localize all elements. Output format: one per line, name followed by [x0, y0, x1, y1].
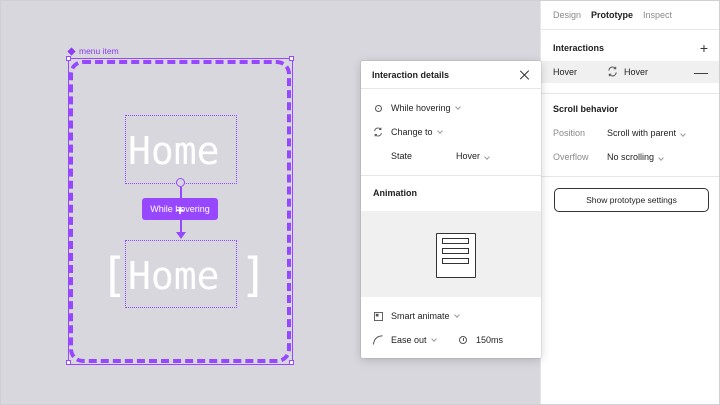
- resize-handle-bottom-left[interactable]: [66, 360, 71, 365]
- smart-animate-icon: [373, 311, 383, 321]
- hover-variant[interactable]: Home: [125, 240, 237, 308]
- scroll-behavior-title: Scroll behavior: [553, 104, 619, 114]
- chevron-down-icon: [680, 131, 686, 137]
- overflow-select[interactable]: No scrolling: [607, 152, 664, 162]
- state-label: State: [391, 151, 413, 161]
- trigger-select[interactable]: While hovering: [373, 103, 529, 113]
- bracket-left: [: [100, 248, 128, 302]
- action-select[interactable]: Change to: [373, 127, 529, 137]
- interaction-action: Hover: [624, 67, 649, 77]
- modal-header: Interaction details: [361, 61, 541, 89]
- resize-handle-top-right[interactable]: [289, 56, 294, 61]
- frame-preview-icon: [436, 233, 476, 278]
- resize-handle-top-left[interactable]: [66, 56, 71, 61]
- component-label[interactable]: menu item: [67, 46, 119, 56]
- chevron-down-icon: [484, 154, 490, 160]
- interaction-item[interactable]: Hover Hover —: [541, 61, 720, 83]
- scroll-behavior-header: Scroll behavior: [553, 104, 708, 114]
- animation-title: Animation: [373, 188, 417, 198]
- swap-icon: [373, 127, 383, 137]
- close-icon[interactable]: [520, 70, 530, 80]
- properties-panel: Design Prototype Inspect Interactions + …: [540, 0, 720, 405]
- swap-icon: [607, 66, 618, 79]
- show-prototype-settings-button[interactable]: Show prototype settings: [554, 188, 709, 212]
- animation-type-select[interactable]: Smart animate: [373, 311, 529, 321]
- connector-start-node[interactable]: [176, 178, 185, 187]
- divider: [541, 93, 720, 94]
- ease-curve-icon: [373, 335, 383, 345]
- remove-interaction-icon[interactable]: —: [694, 65, 708, 79]
- state-select[interactable]: Hover: [456, 151, 490, 161]
- animation-header: Animation: [373, 188, 529, 198]
- state-row: State Hover: [391, 151, 529, 161]
- duration-input[interactable]: 150ms: [458, 335, 503, 345]
- animation-preview: [361, 211, 541, 297]
- tab-prototype[interactable]: Prototype: [591, 10, 633, 20]
- easing-select[interactable]: Ease out: [373, 335, 458, 345]
- chevron-down-icon: [453, 311, 460, 318]
- interactions-title: Interactions: [553, 43, 605, 53]
- divider: [361, 175, 541, 176]
- overflow-label: Overflow: [553, 152, 589, 162]
- add-interaction-icon[interactable]: +: [700, 41, 708, 55]
- component-icon: [67, 46, 76, 56]
- overflow-row: Overflow No scrolling: [553, 152, 708, 162]
- chevron-down-icon: [454, 103, 461, 110]
- home-text: Home: [128, 129, 220, 173]
- clock-icon: [458, 335, 468, 345]
- component-name: menu item: [79, 46, 119, 56]
- connector-arrow-icon: [176, 232, 186, 239]
- chevron-down-icon: [436, 127, 443, 134]
- interaction-details-modal: Interaction details While hovering Chang…: [361, 61, 541, 358]
- easing-row: Ease out 150ms: [373, 335, 529, 345]
- tab-design[interactable]: Design: [553, 10, 581, 20]
- crosshair-cursor-icon: +: [176, 202, 185, 218]
- tab-inspect[interactable]: Inspect: [643, 10, 672, 20]
- chevron-down-icon: [430, 335, 437, 342]
- chevron-down-icon: [658, 155, 664, 161]
- position-label: Position: [553, 128, 586, 138]
- interaction-trigger: Hover: [553, 67, 578, 77]
- bracket-right: ]: [240, 248, 268, 302]
- home-hover-text: Home: [128, 254, 220, 298]
- interactions-header: Interactions +: [553, 41, 708, 55]
- position-select[interactable]: Scroll with parent: [607, 128, 686, 138]
- panel-tabs: Design Prototype Inspect: [541, 0, 720, 30]
- resize-handle-bottom-right[interactable]: [289, 360, 294, 365]
- divider: [541, 176, 720, 177]
- modal-title: Interaction details: [372, 69, 450, 80]
- default-variant[interactable]: Home: [125, 115, 237, 184]
- position-row: Position Scroll with parent: [553, 128, 708, 138]
- hover-trigger-icon: [373, 103, 383, 113]
